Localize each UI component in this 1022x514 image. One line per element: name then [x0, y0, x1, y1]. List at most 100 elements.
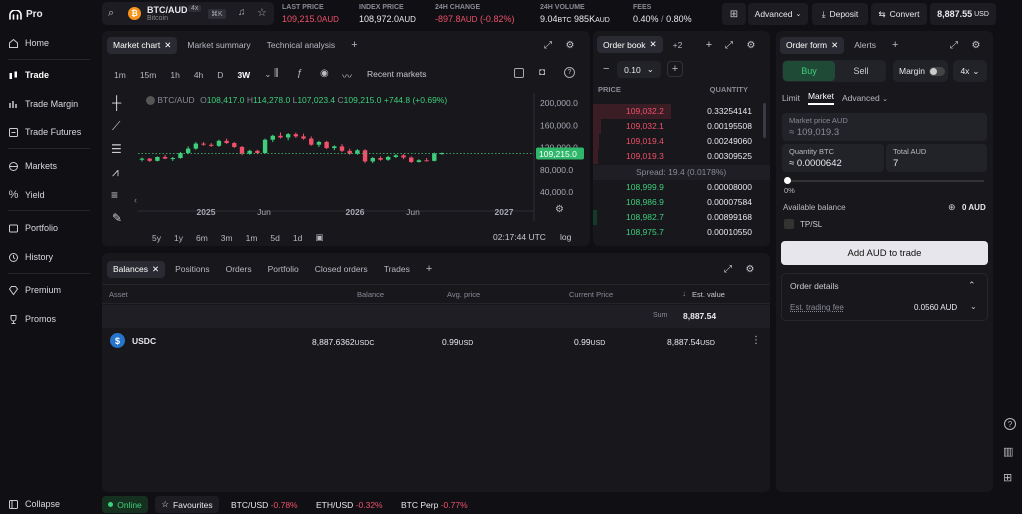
bid-row[interactable]: 108,975.7 0.00010550: [593, 225, 770, 240]
nav-trade-margin[interactable]: Trade Margin: [8, 96, 78, 112]
log-scale-toggle[interactable]: log: [560, 232, 571, 242]
more-tabs-button[interactable]: +2: [667, 37, 689, 53]
nav-home[interactable]: Home: [8, 35, 49, 51]
margin-toggle[interactable]: Margin: [893, 60, 948, 82]
tab-orders[interactable]: Orders: [220, 261, 258, 277]
col-est-value[interactable]: Est. value: [692, 290, 725, 299]
nav-promos[interactable]: Promos: [8, 311, 56, 327]
advanced-mode-button[interactable]: Advanced ⌄: [748, 3, 808, 25]
nav-separator: [8, 59, 90, 60]
order-type-advanced[interactable]: Advanced ⌄: [842, 93, 888, 103]
deposit-button[interactable]: ⤓ Deposit: [812, 3, 868, 25]
tab-closed-orders[interactable]: Closed orders: [309, 261, 374, 277]
chevron-down-icon[interactable]: ⌄: [970, 302, 977, 311]
col-current-price[interactable]: Current Price: [569, 290, 613, 299]
nav-portfolio[interactable]: Portfolio: [8, 220, 58, 236]
bid-row[interactable]: 108,999.9 0.00008000: [593, 180, 770, 195]
tab-balances[interactable]: Balances ✕: [107, 260, 166, 278]
range-5d[interactable]: 5d: [264, 230, 285, 246]
close-icon[interactable]: ✕: [152, 264, 159, 275]
expand-icon[interactable]: ⤢: [948, 39, 960, 51]
ask-row[interactable]: 109,032.1 0.00195508: [593, 119, 770, 134]
range-1m[interactable]: 1m: [240, 230, 264, 246]
add-tab-button[interactable]: +: [420, 260, 438, 278]
tab-trades[interactable]: Trades: [378, 261, 416, 277]
grid-apps-icon[interactable]: ⊞: [1003, 471, 1012, 484]
nav-yield[interactable]: % Yield: [8, 187, 45, 203]
amount-slider-track[interactable]: [786, 180, 984, 182]
tick-size-select[interactable]: 0.10 ⌄: [617, 61, 661, 78]
chevron-up-icon[interactable]: ⌃: [968, 280, 976, 291]
quantity-field[interactable]: Quantity BTC ≈ 0.0000642: [782, 144, 884, 172]
ask-row[interactable]: 109,019.4 0.00249060: [593, 134, 770, 149]
add-tab-button[interactable]: +: [886, 36, 904, 54]
col-avg-price[interactable]: Avg. price: [447, 290, 480, 299]
chart-settings-icon[interactable]: ⚙: [555, 204, 564, 215]
table-row[interactable]: $ USDC 8,887.6362USDC 0.99USD 0.99USD 8,…: [102, 331, 770, 351]
nav-trade[interactable]: Trade: [8, 67, 49, 83]
close-icon[interactable]: ✕: [650, 39, 657, 50]
total-field[interactable]: Total AUD 7: [886, 144, 987, 172]
ticker-eth-usd[interactable]: ETH/USD -0.32%: [316, 500, 383, 510]
bid-row[interactable]: 108,986.9 0.00007584: [593, 195, 770, 210]
range-3m[interactable]: 3m: [215, 230, 239, 246]
range-6m[interactable]: 6m: [190, 230, 214, 246]
help-icon[interactable]: ?: [1004, 418, 1016, 430]
more-vertical-icon[interactable]: ⋮: [751, 335, 761, 346]
leverage-select[interactable]: 4x ⌄: [953, 60, 987, 82]
nav-premium[interactable]: Premium: [8, 282, 61, 298]
settings-sliders-icon[interactable]: ⚙: [745, 39, 757, 51]
expand-icon[interactable]: ⤢: [723, 39, 735, 51]
expand-icon[interactable]: ⤢: [722, 263, 734, 275]
tab-alerts[interactable]: Alerts: [848, 37, 882, 53]
range-1d[interactable]: 1d: [287, 230, 308, 246]
tpsl-checkbox[interactable]: [784, 219, 794, 229]
order-type-market[interactable]: Market: [807, 91, 834, 105]
home-icon: [8, 38, 19, 49]
settings-sliders-icon[interactable]: ⚙: [970, 39, 982, 51]
tab-order-form[interactable]: Order form ✕: [780, 36, 845, 54]
market-selector[interactable]: ⌕ ₿ BTC/AUD 4x Bitcoin ⌘K: [102, 2, 274, 25]
layout-button[interactable]: ⊞: [722, 3, 746, 25]
ticker-btc-usd[interactable]: BTC/USD -0.78%: [231, 500, 298, 510]
close-icon[interactable]: ✕: [831, 40, 838, 51]
tab-portfolio[interactable]: Portfolio: [262, 261, 305, 277]
favourites-button[interactable]: ☆ Favourites: [155, 496, 219, 513]
candle-icon: [8, 70, 19, 81]
toggle-switch[interactable]: [928, 66, 945, 76]
ask-row[interactable]: 109,032.2 0.33254141: [593, 104, 770, 119]
plus-icon[interactable]: +: [667, 61, 683, 77]
book-icon[interactable]: ▥: [1003, 445, 1013, 458]
nav-history[interactable]: History: [8, 249, 53, 265]
bid-row[interactable]: 108,982.7 0.00899168: [593, 210, 770, 225]
account-balance-button[interactable]: 8,887.55 USD: [930, 3, 996, 25]
candlestick-chart[interactable]: 200,000.0160,000.0120,000.080,000.040,00…: [102, 31, 590, 246]
col-balance[interactable]: Balance: [357, 290, 384, 299]
collapse-button[interactable]: Collapse: [8, 496, 60, 512]
range-5y[interactable]: 5y: [146, 230, 167, 246]
add-funds-button[interactable]: Add AUD to trade: [781, 241, 988, 265]
tab-order-book[interactable]: Order book ✕: [597, 36, 663, 53]
sell-button[interactable]: Sell: [836, 61, 886, 81]
add-funds-icon[interactable]: ⊕: [948, 202, 956, 213]
candle-body: [362, 150, 368, 162]
nav-markets[interactable]: Markets: [8, 158, 57, 174]
convert-button[interactable]: ⇆ Convert: [871, 3, 927, 25]
buy-button[interactable]: Buy: [783, 61, 835, 81]
star-icon[interactable]: ☆: [257, 6, 267, 19]
order-type-limit[interactable]: Limit: [782, 93, 800, 103]
app-logo[interactable]: Pro: [9, 9, 43, 20]
calendar-icon[interactable]: ▣: [309, 229, 329, 246]
ticker-btc-perp[interactable]: BTC Perp -0.77%: [401, 500, 468, 510]
ask-row[interactable]: 109,019.3 0.00309525: [593, 149, 770, 164]
scrollbar[interactable]: [763, 103, 766, 138]
settings-sliders-icon[interactable]: ⚙: [744, 263, 756, 275]
range-1y[interactable]: 1y: [168, 230, 189, 246]
bell-icon[interactable]: ♫: [238, 7, 246, 18]
nav-trade-futures[interactable]: Trade Futures: [8, 124, 81, 140]
amount-slider-handle[interactable]: [784, 177, 791, 184]
tab-positions[interactable]: Positions: [169, 261, 216, 277]
plus-icon[interactable]: +: [703, 39, 715, 51]
minus-icon[interactable]: −: [603, 63, 609, 75]
col-asset[interactable]: Asset: [109, 290, 128, 299]
